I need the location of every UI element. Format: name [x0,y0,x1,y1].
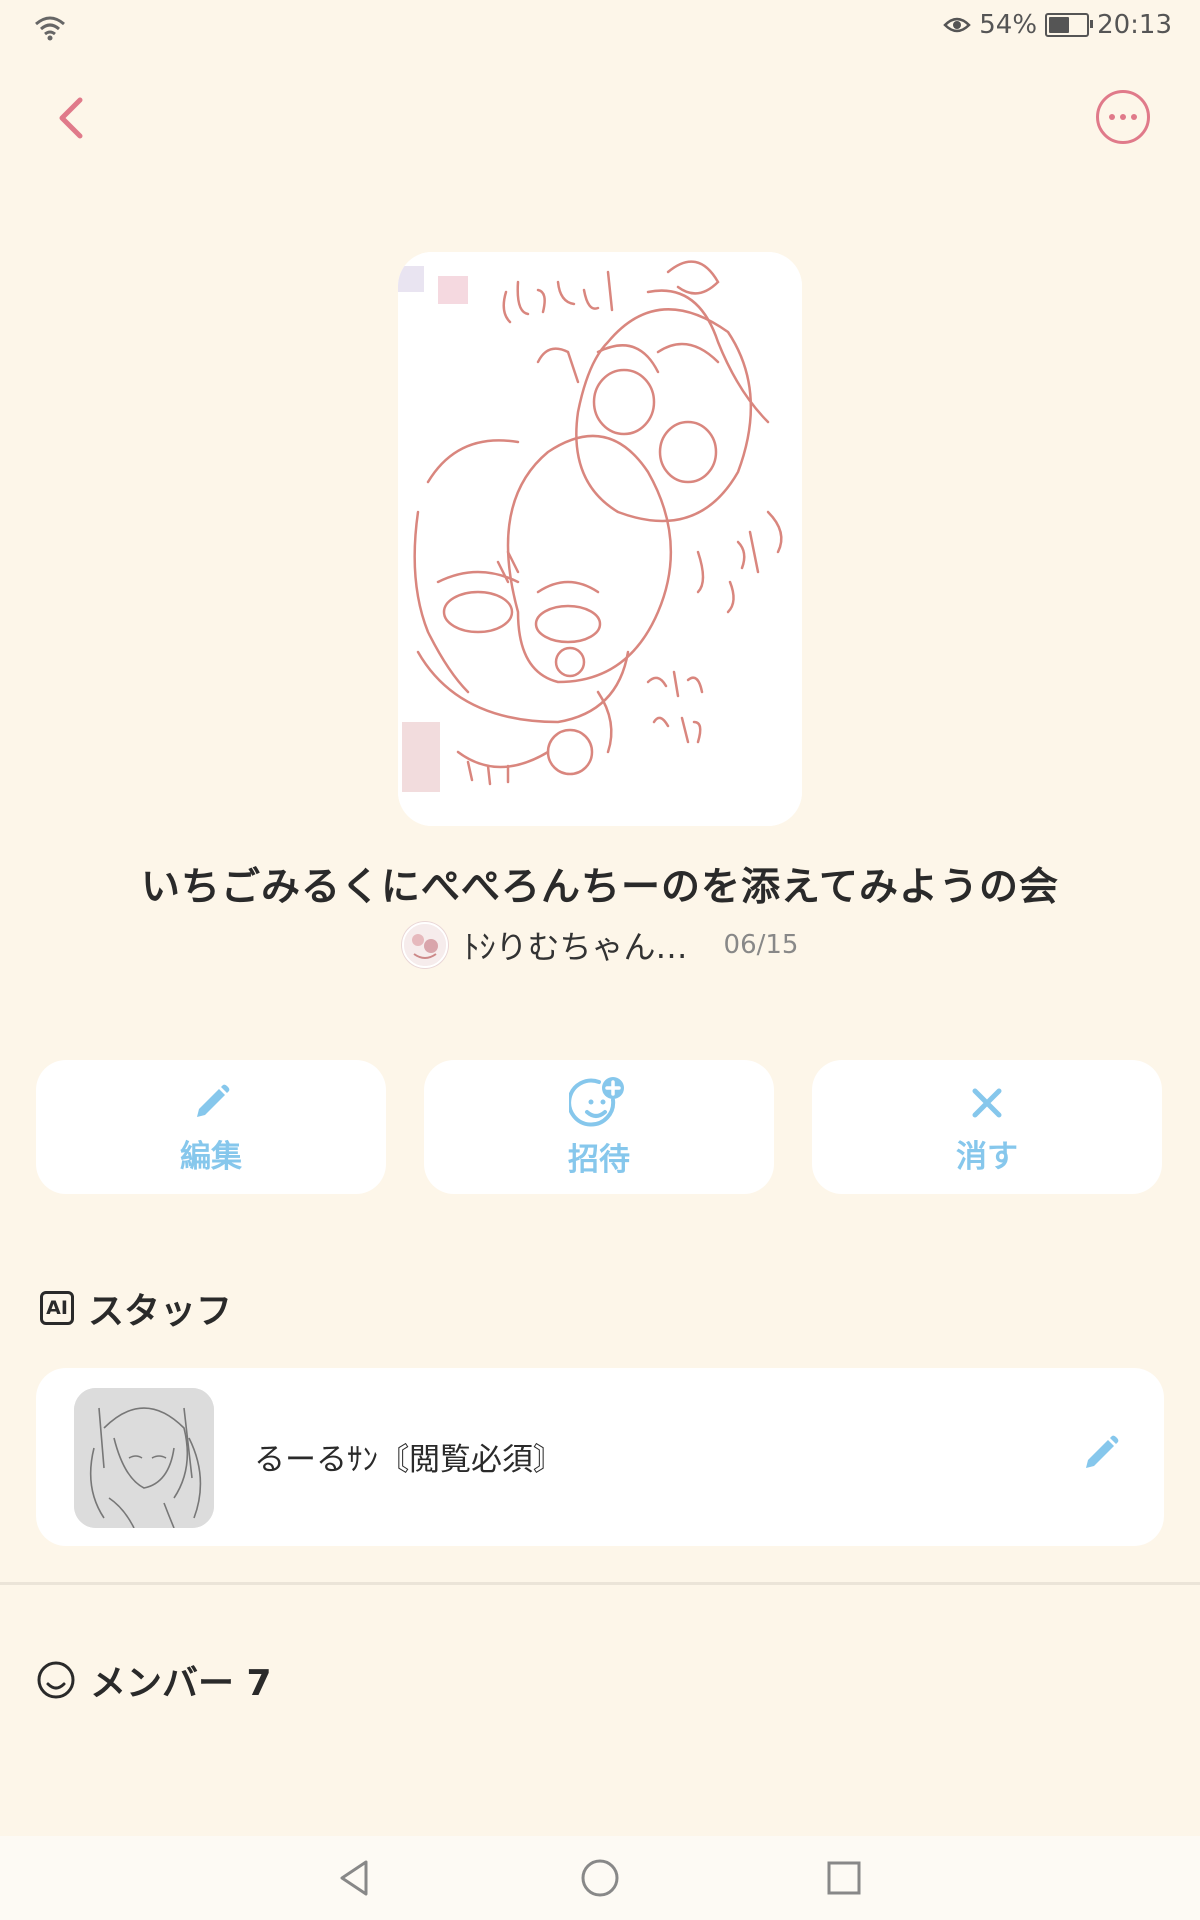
group-cover-image[interactable] [398,252,802,826]
home-circle-icon[interactable] [578,1856,622,1900]
invite-button[interactable]: 招待 [424,1060,774,1194]
system-nav-bar [0,1836,1200,1920]
invite-smile-plus-icon [569,1076,624,1127]
recents-square-icon[interactable] [822,1856,866,1900]
section-divider [0,1582,1200,1585]
ai-badge-icon: AI [40,1291,74,1325]
staff-card[interactable]: るーるｻﾝ〘閲覧必須〙 [36,1368,1164,1546]
eye-icon [943,17,972,33]
delete-label: 消す [956,1138,1018,1175]
close-icon [972,1088,1002,1117]
edit-button[interactable]: 編集 [36,1060,386,1194]
wifi-icon [35,16,65,41]
clock: 20:13 [1097,10,1172,40]
staff-avatar[interactable] [74,1388,214,1528]
pencil-icon [197,1084,230,1117]
owner-name[interactable]: ﾄｼりむちゃん… [464,922,688,968]
pencil-icon[interactable] [1078,1428,1126,1476]
staff-heading: AI スタッフ [40,1282,232,1334]
invite-label: 招待 [568,1141,630,1178]
created-date: 06/15 [723,930,799,960]
staff-heading-label: スタッフ [88,1291,233,1332]
owner-avatar[interactable] [401,922,448,968]
delete-button[interactable]: 消す [812,1060,1162,1194]
edit-label: 編集 [180,1138,242,1175]
status-bar: 54% 20:13 [0,0,1200,56]
staff-member-name: るーるｻﾝ〘閲覧必須〙 [254,1442,564,1478]
more-horizontal-icon[interactable] [1096,90,1150,144]
battery-percent: 54% [979,10,1038,40]
members-heading-label: メンバー 7 [90,1663,272,1704]
members-heading: メンバー 7 [36,1654,272,1706]
chevron-left-icon[interactable] [50,90,96,146]
battery-icon [1045,13,1094,37]
smile-icon [37,1661,75,1699]
sketch-illustration [398,252,802,826]
group-title: いちごみるくにぺぺろんちーのを添えてみようの会 [140,865,1060,910]
owner-row: ﾄｼりむちゃん… 06/15 [0,922,1200,968]
back-triangle-icon[interactable] [334,1856,378,1900]
